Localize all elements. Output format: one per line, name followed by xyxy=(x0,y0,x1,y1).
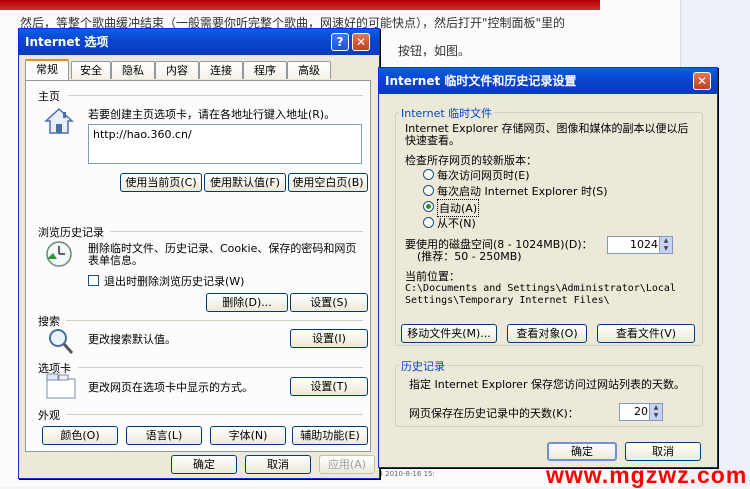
spinner-arrows-icon[interactable]: ▲ ▼ xyxy=(659,237,672,253)
use-default-button[interactable]: 使用默认值(F) xyxy=(204,173,286,192)
fonts-button[interactable]: 字体(N) xyxy=(210,426,286,445)
current-location-path: C:\Documents and Settings\Administrator\… xyxy=(405,283,676,306)
tab-programs[interactable]: 程序 xyxy=(243,61,287,79)
history-separator xyxy=(110,231,363,232)
history-settings-button[interactable]: 设置(S) xyxy=(290,293,368,312)
tab-connections[interactable]: 连接 xyxy=(199,61,243,79)
temp-files-title: Internet 临时文件和历史记录设置 xyxy=(385,74,577,88)
search-description: 更改搜索默认值。 xyxy=(88,333,176,346)
history-group-title: 浏览历史记录 xyxy=(38,226,104,239)
temp-files-description: Internet Explorer 存储网页、图像和媒体的副本以便以后快速查看。 xyxy=(405,122,689,147)
history-days-group-title: 历史记录 xyxy=(399,358,447,374)
temp-files-settings-dialog: Internet 临时文件和历史记录设置 ✕ Internet 临时文件 Int… xyxy=(378,67,718,468)
appearance-group-title: 外观 xyxy=(38,409,60,422)
help-button[interactable]: ? xyxy=(331,33,349,51)
history-description: 删除临时文件、历史记录、Cookie、保存的密码和网页表单信息。 xyxy=(88,242,357,267)
history-days-description: 指定 Internet Explorer 保存您访问过网站列表的天数。 xyxy=(409,378,685,391)
history-days-value: 20 xyxy=(634,405,648,418)
history-days-spinner[interactable]: 20 ▲ ▼ xyxy=(619,403,663,421)
home-description: 若要创建主页选项卡，请在各地址行键入地址(R)。 xyxy=(88,108,336,121)
internet-options-title: Internet 选项 xyxy=(25,35,109,49)
current-location-label: 当前位置： xyxy=(405,270,460,283)
history-spinner-arrows-icon[interactable]: ▲ ▼ xyxy=(649,404,662,420)
temp-files-group-title: Internet 临时文件 xyxy=(399,105,495,121)
cancel-button[interactable]: 取消 xyxy=(245,455,311,474)
radio-never-label: 从不(N) xyxy=(437,217,476,230)
radio-every-visit-label: 每次访问网页时(E) xyxy=(437,169,530,182)
disk-space-spinner[interactable]: 1024 ▲ ▼ xyxy=(607,236,673,254)
history-clock-icon xyxy=(46,241,72,267)
home-separator xyxy=(68,95,363,96)
search-icon xyxy=(49,329,74,354)
tabs-settings-button[interactable]: 设置(T) xyxy=(290,377,368,396)
radio-every-visit[interactable] xyxy=(423,169,434,180)
delete-history-on-exit-label: 退出时删除浏览历史记录(W) xyxy=(104,275,245,288)
tabs-separator xyxy=(78,367,363,368)
delete-history-on-exit-checkbox[interactable] xyxy=(88,275,99,286)
disk-space-value: 1024 xyxy=(630,238,658,251)
disk-space-hint: (推荐：50 - 250MB) xyxy=(417,250,522,263)
temp-files-ok-button[interactable]: 确定 xyxy=(547,442,617,461)
search-separator xyxy=(66,320,363,321)
check-newer-versions-label: 检查所存网页的较新版本： xyxy=(405,154,537,167)
background-article-line2: 按钮，如图。 xyxy=(398,44,471,58)
tab-content[interactable]: 内容 xyxy=(155,61,199,79)
radio-every-start[interactable] xyxy=(423,185,434,196)
radio-automatically[interactable] xyxy=(423,201,434,212)
internet-options-dialog: Internet 选项 ? ✕ 常规 安全 隐私 内容 连接 程序 高级 主页 … xyxy=(18,28,380,479)
view-objects-button[interactable]: 查看对象(O) xyxy=(507,324,587,343)
tab-general[interactable]: 常规 xyxy=(25,59,69,80)
internet-options-titlebar[interactable]: Internet 选项 ? ✕ xyxy=(19,29,379,55)
apply-button[interactable]: 应用(A) xyxy=(319,455,375,474)
history-days-label: 网页保存在历史记录中的天数(K)： xyxy=(409,407,579,420)
tab-privacy[interactable]: 隐私 xyxy=(111,61,155,79)
temp-files-close-button[interactable]: ✕ xyxy=(693,72,711,90)
appearance-separator xyxy=(66,414,363,415)
tabs-icon xyxy=(46,373,76,399)
delete-history-button[interactable]: 删除(D)... xyxy=(206,293,288,312)
search-settings-button[interactable]: 设置(I) xyxy=(290,329,368,348)
tabs-description: 更改网页在选项卡中显示的方式。 xyxy=(88,381,253,394)
radio-every-start-label: 每次启动 Internet Explorer 时(S) xyxy=(437,185,608,198)
view-files-button[interactable]: 查看文件(V) xyxy=(597,324,695,343)
tab-advanced[interactable]: 高级 xyxy=(287,61,331,79)
radio-never[interactable] xyxy=(423,217,434,228)
home-icon xyxy=(44,107,74,134)
languages-button[interactable]: 语言(L) xyxy=(126,426,202,445)
accessibility-button[interactable]: 辅助功能(E) xyxy=(292,426,368,445)
tab-security[interactable]: 安全 xyxy=(71,61,111,79)
use-blank-button[interactable]: 使用空白页(B) xyxy=(288,173,368,192)
home-group-title: 主页 xyxy=(38,90,60,103)
use-current-page-button[interactable]: 使用当前页(C) xyxy=(120,173,202,192)
close-button[interactable]: ✕ xyxy=(352,33,370,51)
temp-files-titlebar[interactable]: Internet 临时文件和历史记录设置 ✕ xyxy=(379,68,717,94)
home-page-url-input[interactable]: http://hao.360.cn/ xyxy=(88,124,362,164)
general-tab-panel: 主页 若要创建主页选项卡，请在各地址行键入地址(R)。 http://hao.3… xyxy=(25,80,371,452)
ok-button[interactable]: 确定 xyxy=(171,455,237,474)
colors-button[interactable]: 颜色(O) xyxy=(42,426,118,445)
background-banner xyxy=(0,0,600,10)
move-folder-button[interactable]: 移动文件夹(M)... xyxy=(401,324,497,343)
watermark-text: www.mgzwz.com xyxy=(546,462,748,488)
temp-files-cancel-button[interactable]: 取消 xyxy=(625,442,701,461)
